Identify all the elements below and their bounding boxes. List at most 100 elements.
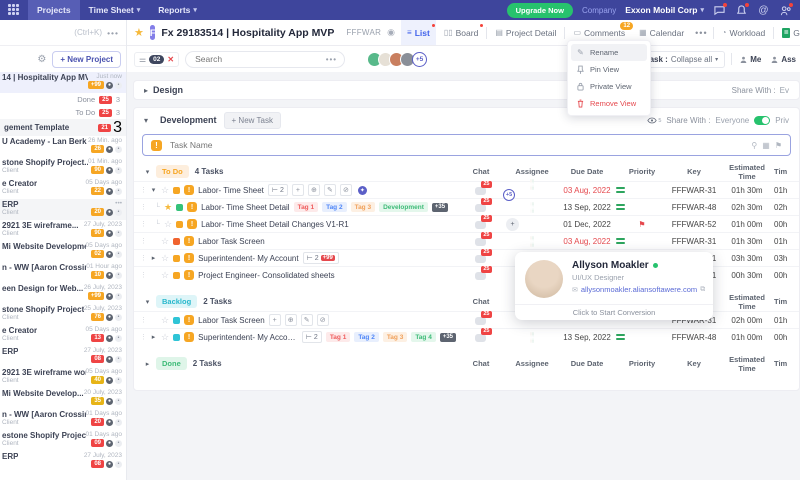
cell-chat[interactable]: 25 <box>456 231 506 248</box>
flag-icon[interactable]: ⚑ <box>775 141 782 150</box>
tag-chip[interactable]: Tag 3 <box>382 332 408 342</box>
caret-icon[interactable]: ▸ <box>144 360 151 368</box>
sidebar-project-item[interactable]: e Creator Client 05 Days ago 13 ● • <box>0 325 126 346</box>
chat-bubble-icon[interactable]: 25 <box>474 180 492 195</box>
sidebar-project-item[interactable]: stone Shopify Project... Client 25 July, 2… <box>0 304 126 325</box>
cell-assignee[interactable] <box>506 331 558 343</box>
column-header-chat[interactable]: Chat <box>456 359 506 368</box>
new-task-row[interactable]: ! ⚲ ▦ ⚑ <box>142 134 791 156</box>
tag-icon[interactable]: ⊘ <box>316 314 329 326</box>
nav-reports[interactable]: Reports ▾ <box>149 0 206 20</box>
mentions-icon[interactable]: @ <box>757 4 770 17</box>
gear-icon[interactable]: ⚙ <box>37 54 46 65</box>
tag-more-badge[interactable]: +35 <box>439 332 456 342</box>
tag-more-badge[interactable]: +35 <box>431 202 449 212</box>
apps-grid-icon[interactable] <box>8 4 20 16</box>
cell-chat[interactable]: 25 <box>456 197 506 214</box>
chat-bubble-icon[interactable]: 25 <box>474 197 492 212</box>
group-status-chip[interactable]: Backlog <box>156 295 198 308</box>
more-icon[interactable]: ••• <box>107 28 119 38</box>
star-icon[interactable]: ☆ <box>164 219 172 230</box>
cell-priority[interactable] <box>616 204 668 210</box>
sidebar-search-row[interactable]: (Ctrl+K) ••• <box>0 20 126 46</box>
task-search[interactable]: ••• <box>185 50 346 68</box>
task-row[interactable]: ⋮ ☆! Labor Task Screen 25 03 Aug, 2022 FFFWAR… <box>134 231 799 249</box>
bell-icon[interactable] <box>735 2 749 17</box>
star-icon[interactable]: ★ <box>164 202 172 213</box>
caret-icon[interactable]: ▾ <box>150 186 157 194</box>
tag-chip[interactable]: Development <box>379 202 428 212</box>
chat-icon[interactable] <box>713 2 727 17</box>
link-icon[interactable]: ⊕ <box>307 184 320 196</box>
sidebar-project-item[interactable]: een Design for Web... 26 July, 2023 +99 ● • <box>0 283 126 304</box>
assignee-filter-button[interactable]: Ass <box>769 51 798 68</box>
drag-handle-icon[interactable]: ⋮ <box>140 254 147 262</box>
drag-handle-icon[interactable]: ⋮ <box>140 333 147 341</box>
cell-assignee[interactable] <box>506 235 558 247</box>
tag-icon[interactable]: ⊘ <box>339 184 352 196</box>
group-status-chip[interactable]: Done <box>156 357 187 370</box>
menu-item-rename[interactable]: ✎ Rename <box>571 44 647 61</box>
column-header-time[interactable]: Tim <box>774 297 799 306</box>
caret-icon[interactable]: ▾ <box>144 298 151 306</box>
chat-bubble-icon[interactable]: 25 <box>474 310 492 325</box>
menu-item-pin-view[interactable]: Pin View <box>571 61 647 78</box>
subtask-count-badge[interactable]: ⊢ 2 +99 <box>302 252 339 264</box>
sidebar-quick-filter[interactable]: To Do 25 3 <box>0 106 126 119</box>
avatar-more-badge[interactable]: +5 <box>503 188 515 201</box>
cell-assignee[interactable] <box>506 201 558 213</box>
cell-chat[interactable]: 25 <box>456 310 506 327</box>
sidebar-item-template[interactable]: gement Template 21 3 <box>0 119 126 136</box>
cell-chat[interactable]: 25 <box>456 265 506 282</box>
cell-chat[interactable]: 25 <box>456 180 506 197</box>
company-selector[interactable]: Exxon Mobil Corp ▾ <box>625 5 704 15</box>
column-header-key[interactable]: Key <box>668 167 720 176</box>
cell-priority[interactable]: ⚑ <box>616 220 668 229</box>
cell-due-date[interactable]: 03 Aug, 2022 <box>558 237 616 246</box>
drag-handle-icon[interactable]: ⋮ <box>140 203 147 211</box>
caret-down-icon[interactable]: ▾ <box>144 116 148 125</box>
invite-assignee-icon[interactable]: + <box>506 217 519 231</box>
caret-right-icon[interactable]: ▸ <box>144 86 148 95</box>
tag-chip[interactable]: Tag 3 <box>350 202 376 212</box>
column-header-assignee[interactable]: Assignee <box>506 167 558 176</box>
tag-chip[interactable]: Tag 4 <box>411 332 436 342</box>
sidebar-project-item[interactable]: 2921 3E wireframe... Client 27 July, 2023 9… <box>0 220 126 241</box>
tab-project-detail[interactable]: ▤ Project Detail <box>489 20 562 45</box>
column-header-est[interactable]: Estimated Time <box>720 355 774 373</box>
caret-icon[interactable]: ▾ <box>144 168 151 176</box>
sidebar-project-item[interactable]: Mi Website Develop... 20 July, 2023 35 ● • <box>0 388 126 409</box>
caret-icon[interactable]: ▸ <box>150 333 157 341</box>
avatar-more-badge[interactable]: +5 <box>412 51 428 67</box>
cell-chat[interactable]: 25 <box>456 248 506 265</box>
sidebar-project-item[interactable]: ERP 27 July, 2023 08 ● • <box>0 451 126 472</box>
cell-assignee[interactable]: + <box>506 217 558 231</box>
watchers-eye-icon[interactable]: 5 <box>647 117 661 124</box>
task-row[interactable]: ⋮ └ ★! Labor- Time Sheet Detail Tag 1 Tag 2 Ta… <box>134 197 799 215</box>
caret-icon[interactable]: ▸ <box>150 254 157 262</box>
drag-handle-icon[interactable]: ⋮ <box>140 316 147 324</box>
star-icon[interactable]: ☆ <box>161 332 169 343</box>
task-name-input[interactable] <box>168 139 746 151</box>
sidebar-project-item[interactable]: estone Shopify Project...Client01 Days a… <box>0 430 126 451</box>
clear-filter-icon[interactable]: ✕ <box>167 55 174 64</box>
section-design[interactable]: ▸ Design Share With : Ev <box>133 80 800 100</box>
subtask-count-badge[interactable]: ⊢ 2 <box>267 184 288 196</box>
cell-chat[interactable]: 25 <box>456 327 506 344</box>
edit-icon[interactable]: ✎ <box>300 314 313 326</box>
external-link-icon[interactable]: ⧉ <box>700 286 705 294</box>
task-row[interactable]: ⋮ ▾ ☆! Labor- Time Sheet ⊢ 2 + ⊕ ✎ ⊘ ✦ 25 +5 03 Aug, … <box>134 178 799 201</box>
nav-timesheet[interactable]: Time Sheet ▾ <box>80 0 150 20</box>
group-status-chip[interactable]: To Do <box>156 165 189 178</box>
team-avatars[interactable]: +5 <box>367 51 428 67</box>
me-filter-button[interactable]: Me <box>738 51 763 68</box>
cell-priority[interactable] <box>616 238 668 244</box>
chat-bubble-icon[interactable]: 25 <box>474 327 492 342</box>
sidebar-project-item[interactable]: U Academy - Lan Berk 26 Min. ago 26 ● • <box>0 136 126 157</box>
profile-email[interactable]: ✉ allysonmoakler.aliansoftawere.com ⧉ <box>572 285 705 294</box>
drag-handle-icon[interactable]: ⋮ <box>140 271 147 279</box>
cell-priority[interactable] <box>616 187 668 193</box>
favorite-star-icon[interactable]: ★ <box>134 26 144 39</box>
task-row[interactable]: ⋮ └ ☆! Labor- Time Sheet Detail Changes V1-… <box>134 214 799 232</box>
menu-item-private-view[interactable]: Private View <box>571 78 647 95</box>
